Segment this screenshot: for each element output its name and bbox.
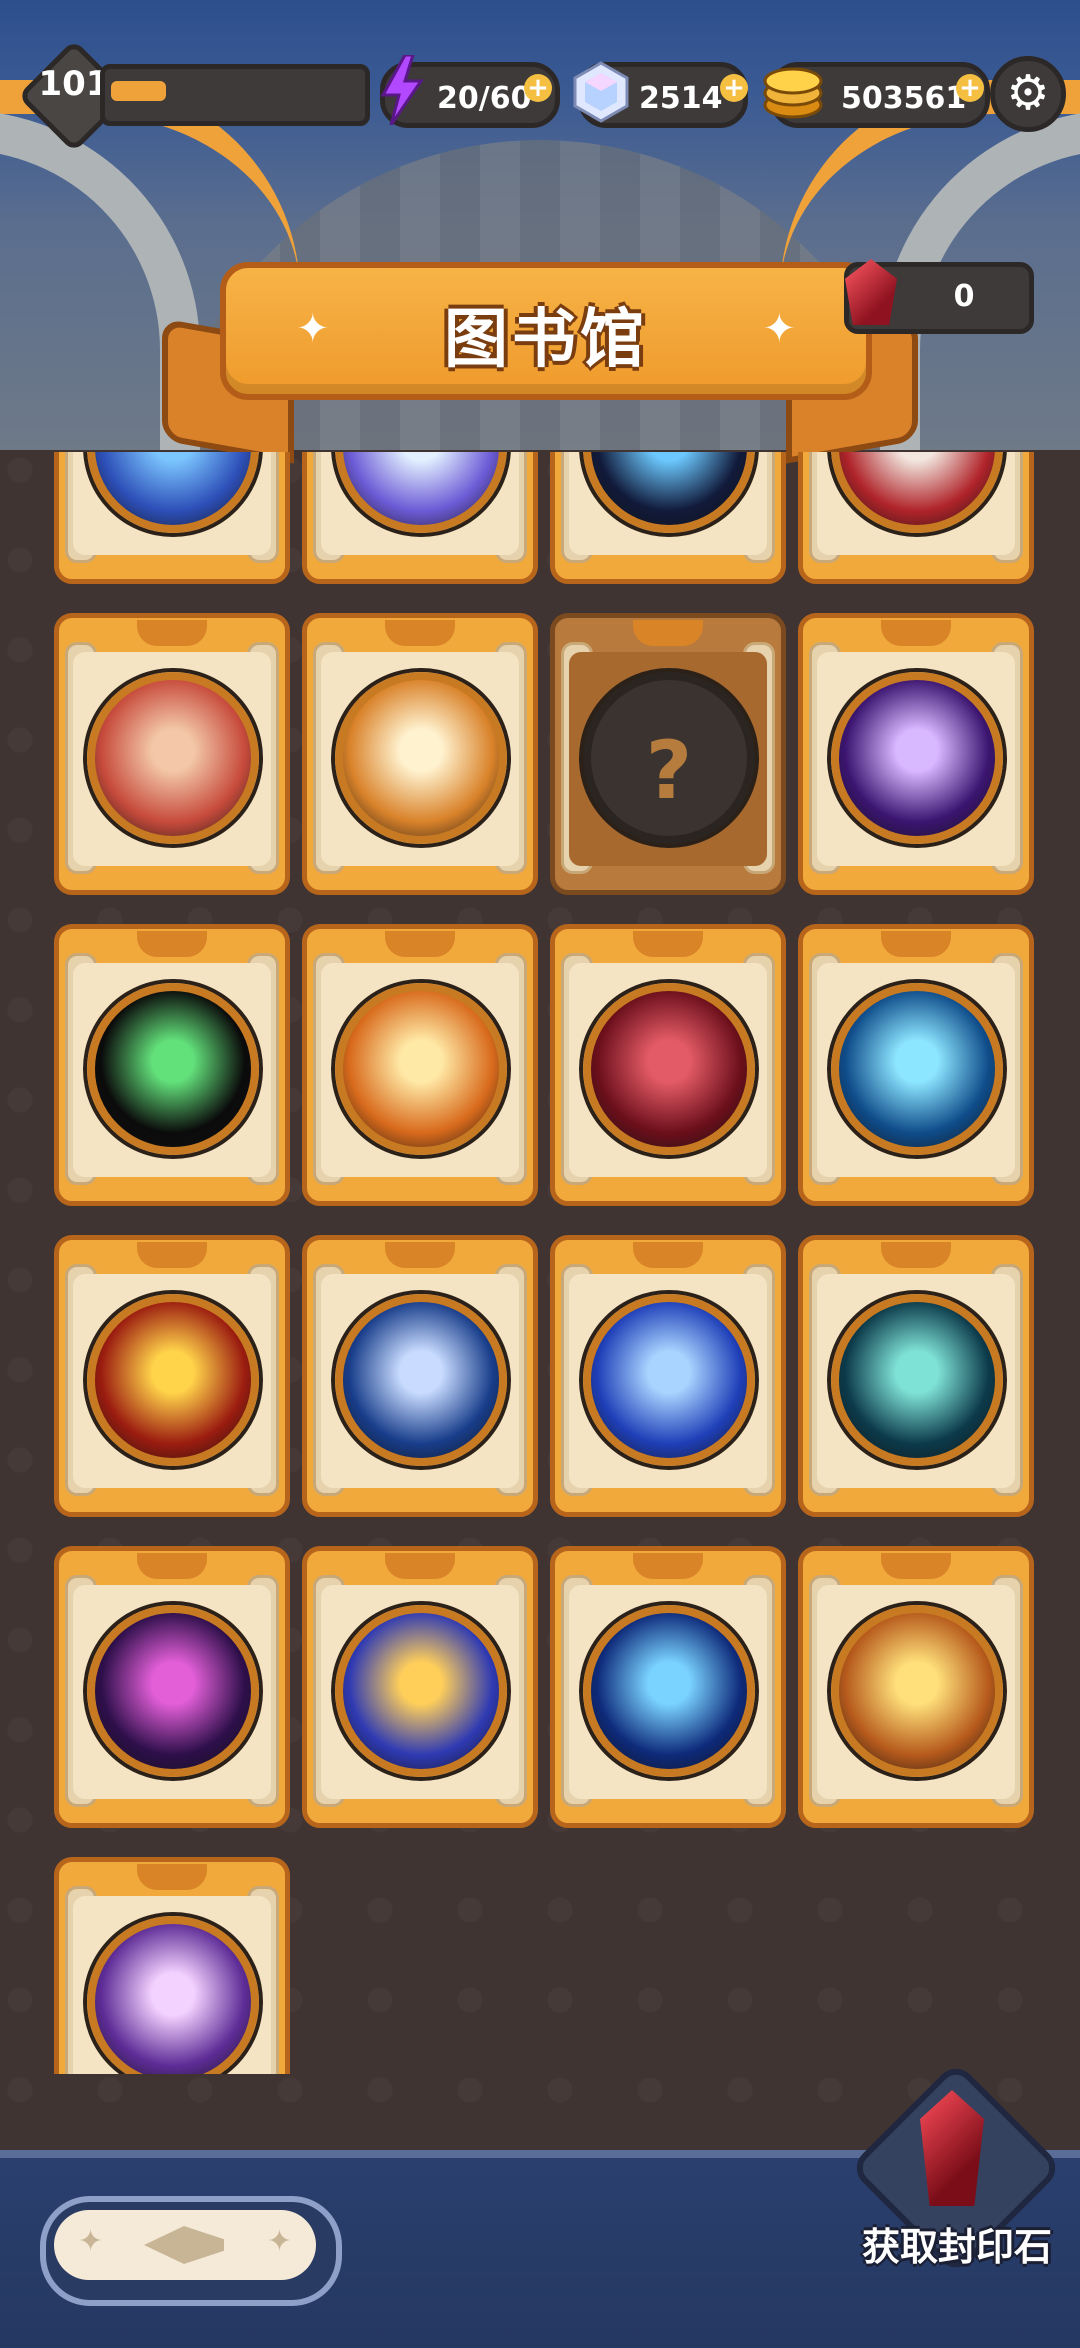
skill-card[interactable] <box>550 452 786 584</box>
skill-icon <box>831 672 1003 844</box>
sparkle-icon: ✦ <box>78 2224 104 2259</box>
skill-card[interactable] <box>798 1235 1034 1517</box>
skill-card[interactable] <box>54 924 290 1206</box>
back-button[interactable]: ✦ ✦ <box>40 2196 342 2306</box>
card-crest <box>137 1864 207 1890</box>
add-gems-button[interactable]: + <box>720 74 748 102</box>
energy-value: 20/60 <box>437 81 532 116</box>
skill-icon <box>831 1294 1003 1466</box>
skill-icon <box>335 672 507 844</box>
card-crest <box>137 620 207 646</box>
lightning-icon <box>380 55 424 125</box>
skill-card[interactable] <box>302 1235 538 1517</box>
skill-card[interactable] <box>798 452 1034 584</box>
card-crest <box>385 620 455 646</box>
xp-progress-fill <box>111 81 166 101</box>
skill-icon <box>87 1916 259 2074</box>
skill-icon <box>335 1605 507 1777</box>
card-crest <box>633 1242 703 1268</box>
skill-icon <box>335 983 507 1155</box>
skill-icon <box>583 983 755 1155</box>
skill-card[interactable] <box>302 613 538 895</box>
settings-button[interactable]: ⚙ <box>990 56 1066 132</box>
get-seal-stone-label[interactable]: 获取封印石 <box>842 2216 1072 2271</box>
skill-icon <box>87 1294 259 1466</box>
diamond-icon <box>573 61 629 123</box>
question-mark-icon: ? <box>645 724 693 817</box>
skill-icon <box>583 1294 755 1466</box>
skill-card[interactable] <box>550 924 786 1206</box>
skill-icon <box>335 1294 507 1466</box>
skill-card[interactable] <box>302 924 538 1206</box>
skill-card[interactable] <box>54 1857 290 2074</box>
card-crest <box>881 931 951 957</box>
card-crest <box>385 1553 455 1579</box>
locked-skill-card[interactable]: ? <box>550 613 786 895</box>
skill-card-grid[interactable]: ? <box>0 452 1080 2074</box>
card-crest <box>633 620 703 646</box>
resource-bar: 101 20/60 + 2514 + 503561 + ⚙ <box>0 39 1080 153</box>
gear-icon: ⚙ <box>1006 65 1050 121</box>
skill-card[interactable] <box>54 1235 290 1517</box>
coin-stack-icon <box>763 67 823 119</box>
skill-card[interactable] <box>798 613 1034 895</box>
skill-icon <box>87 1605 259 1777</box>
seal-stone-counter: 0 <box>844 259 1034 334</box>
skill-card[interactable] <box>54 613 290 895</box>
skill-card[interactable] <box>798 924 1034 1206</box>
card-crest <box>633 931 703 957</box>
xp-progress-bar <box>100 64 370 126</box>
card-crest <box>137 931 207 957</box>
skill-icon <box>87 983 259 1155</box>
skill-card[interactable] <box>54 1546 290 1828</box>
card-crest <box>137 1553 207 1579</box>
card-crest <box>881 1242 951 1268</box>
sparkle-icon: ✦ <box>762 306 796 352</box>
add-gold-button[interactable]: + <box>956 74 984 102</box>
card-crest <box>385 1242 455 1268</box>
seal-stone-icon <box>845 259 897 325</box>
skill-icon <box>831 1605 1003 1777</box>
gem-value: 2514 <box>639 81 723 116</box>
title-banner: ✦ 图书馆 ✦ <box>220 262 872 400</box>
gold-value: 503561 <box>841 81 967 116</box>
skill-card[interactable] <box>550 1235 786 1517</box>
skill-card[interactable] <box>550 1546 786 1828</box>
skill-icon <box>583 1605 755 1777</box>
card-crest <box>385 931 455 957</box>
skill-card[interactable] <box>302 1546 538 1828</box>
skill-card[interactable] <box>54 452 290 584</box>
add-energy-button[interactable]: + <box>524 74 552 102</box>
back-button-face: ✦ ✦ <box>54 2210 316 2280</box>
back-arrow-icon <box>144 2226 224 2264</box>
card-crest <box>137 1242 207 1268</box>
skill-card[interactable] <box>798 1546 1034 1828</box>
skill-icon <box>831 983 1003 1155</box>
unknown-skill-orb: ? <box>583 672 755 844</box>
skill-icon <box>87 672 259 844</box>
card-crest <box>881 620 951 646</box>
seal-stone-count: 0 <box>953 279 975 314</box>
card-crest <box>633 1553 703 1579</box>
card-crest <box>881 1553 951 1579</box>
sparkle-icon: ✦ <box>266 2224 292 2259</box>
skill-card[interactable] <box>302 452 538 584</box>
